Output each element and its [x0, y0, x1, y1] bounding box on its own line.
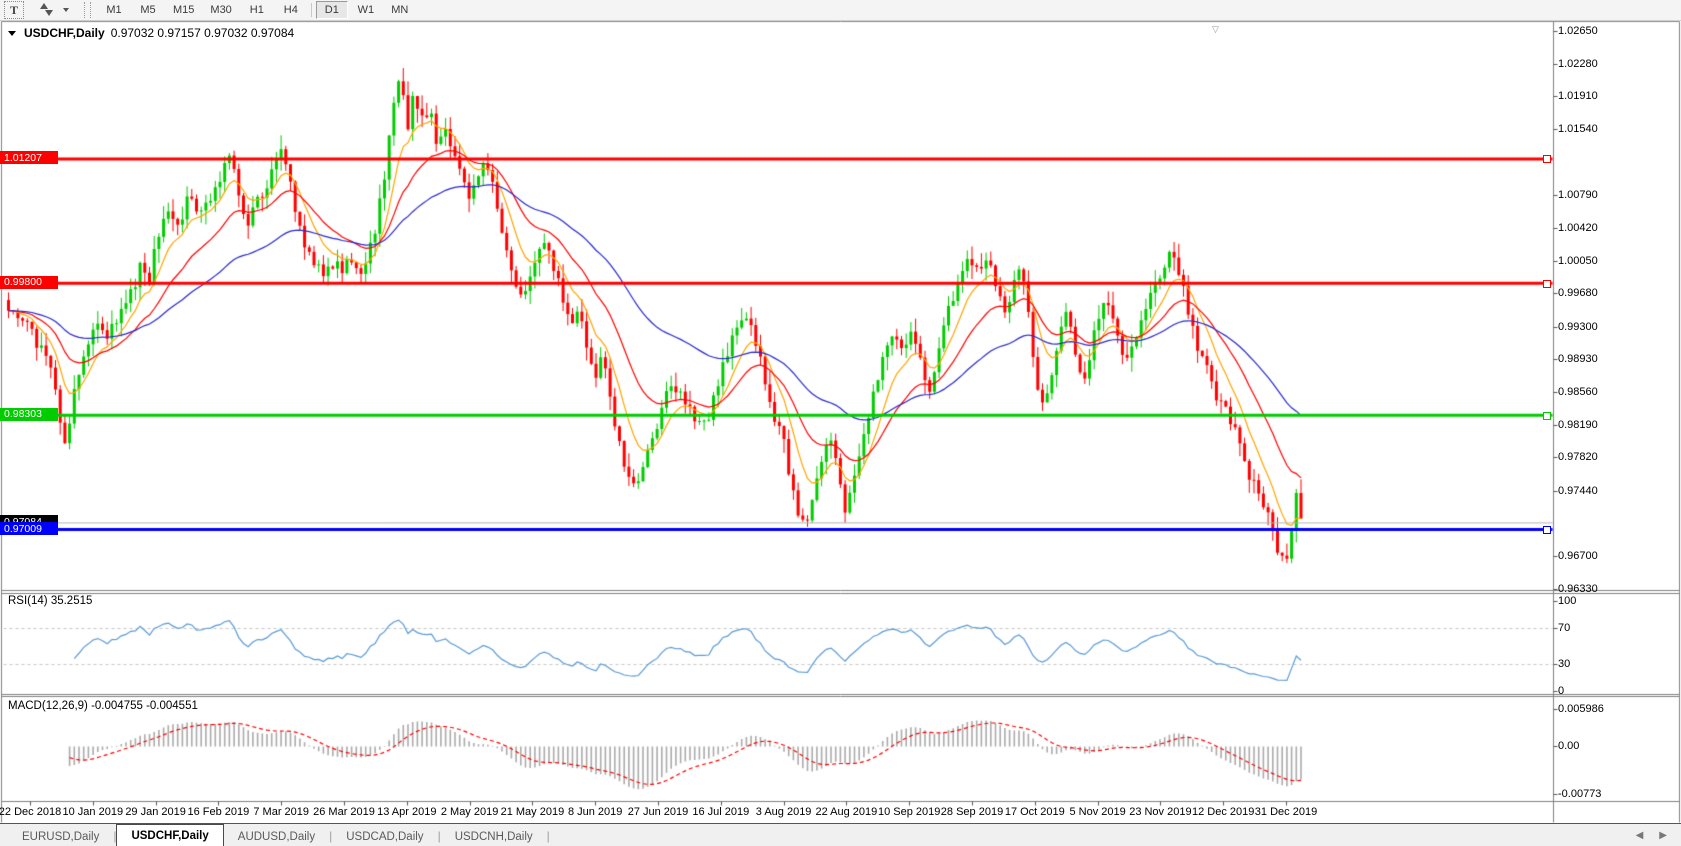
- timeframe-buttons: M1M5M15M30H1H4 D1W1MN: [97, 1, 417, 19]
- level-line-handle[interactable]: [1543, 412, 1551, 420]
- price-tick-label: 0.97440: [1558, 485, 1598, 497]
- tab-audusd[interactable]: AUDUSD,Daily: [224, 827, 329, 846]
- date-tick-label: 7 Mar 2019: [253, 806, 309, 818]
- date-tick-label: 10 Sep 2019: [878, 806, 940, 818]
- rsi-label: RSI(14) 35.2515: [8, 595, 92, 607]
- shift-marker-icon[interactable]: ▽: [1212, 24, 1219, 35]
- tab-separator: |: [547, 829, 550, 843]
- date-tick-label: 16 Feb 2019: [188, 806, 250, 818]
- tab-usdchf[interactable]: USDCHF,Daily: [116, 824, 223, 846]
- price-tick-label: 0.98560: [1558, 386, 1598, 398]
- chart-symbol-label: USDCHF,Daily: [24, 26, 105, 40]
- price-tick-label: 1.00790: [1558, 189, 1598, 201]
- toolbar-grip[interactable]: [84, 2, 91, 18]
- macd-tick-label: 0.00: [1558, 740, 1579, 752]
- level-price-tag: 0.98303: [0, 408, 58, 421]
- price-tick-label: 0.96330: [1558, 583, 1598, 595]
- text-tool-button[interactable]: T: [4, 1, 24, 19]
- price-tick-label: 1.01910: [1558, 90, 1598, 102]
- date-tick-label: 12 Dec 2019: [1192, 806, 1254, 818]
- price-tick-label: 1.01540: [1558, 123, 1598, 135]
- macd-label: MACD(12,26,9) -0.004755 -0.004551: [8, 700, 198, 712]
- date-tick-label: 13 Apr 2019: [377, 806, 436, 818]
- tab-eurusd[interactable]: EURUSD,Daily: [8, 827, 113, 846]
- level-price-tag: 1.01207: [0, 151, 58, 164]
- price-tick-label: 0.98190: [1558, 419, 1598, 431]
- tab-usdcad[interactable]: USDCAD,Daily: [332, 827, 437, 846]
- timeframe-button-h4[interactable]: H4: [275, 1, 307, 19]
- timeframe-button-w1[interactable]: W1: [350, 1, 382, 19]
- chart-canvas[interactable]: [0, 0, 1681, 846]
- level-line-handle[interactable]: [1543, 280, 1551, 288]
- timeframe-button-m5[interactable]: M5: [132, 1, 164, 19]
- tab-scroll-right-icon[interactable]: ▶: [1659, 830, 1667, 841]
- date-tick-label: 16 Jul 2019: [692, 806, 749, 818]
- price-tick-label: 0.97820: [1558, 451, 1598, 463]
- arrows-icon: [39, 3, 54, 17]
- price-tick-label: 0.96700: [1558, 550, 1598, 562]
- date-tick-label: 3 Aug 2019: [756, 806, 812, 818]
- chart-header: USDCHF,Daily 0.97032 0.97157 0.97032 0.9…: [8, 26, 294, 40]
- timeframe-button-m15[interactable]: M15: [166, 1, 201, 19]
- arrange-arrows-button[interactable]: [26, 1, 55, 19]
- timeframe-button-m30[interactable]: M30: [203, 1, 238, 19]
- date-tick-label: 10 Jan 2019: [63, 806, 124, 818]
- date-tick-label: 23 Nov 2019: [1129, 806, 1191, 818]
- level-line-handle[interactable]: [1543, 155, 1551, 163]
- rsi-tick-label: 100: [1558, 595, 1576, 607]
- timeframe-button-m1[interactable]: M1: [98, 1, 130, 19]
- date-tick-label: 2 May 2019: [441, 806, 498, 818]
- text-tool-icon: T: [10, 5, 18, 15]
- macd-tick-label: -0.00773: [1558, 788, 1601, 800]
- tab-usdcnh[interactable]: USDCNH,Daily: [441, 827, 547, 846]
- date-tick-label: 31 Dec 2019: [1255, 806, 1317, 818]
- price-tick-label: 0.99680: [1558, 287, 1598, 299]
- date-tick-label: 5 Nov 2019: [1069, 806, 1125, 818]
- price-tick-label: 1.02280: [1558, 58, 1598, 70]
- date-tick-label: 27 Jun 2019: [628, 806, 689, 818]
- rsi-tick-label: 70: [1558, 622, 1570, 634]
- macd-tick-label: 0.005986: [1558, 703, 1604, 715]
- level-price-tag: 0.99800: [0, 276, 58, 289]
- date-tick-label: 22 Aug 2019: [815, 806, 877, 818]
- chart-ohlc-values: 0.97032 0.97157 0.97032 0.97084: [111, 26, 295, 40]
- date-tick-label: 17 Oct 2019: [1005, 806, 1065, 818]
- timeframe-button-d1[interactable]: D1: [316, 1, 348, 19]
- tab-scroll-left-icon[interactable]: ◀: [1636, 830, 1644, 841]
- date-tick-label: 28 Sep 2019: [941, 806, 1003, 818]
- timeframe-button-h1[interactable]: H1: [241, 1, 273, 19]
- price-tick-label: 1.00050: [1558, 255, 1598, 267]
- price-tick-label: 0.98930: [1558, 353, 1598, 365]
- chevron-down-icon: [63, 8, 69, 12]
- price-tick-label: 1.00420: [1558, 222, 1598, 234]
- symbol-dropdown-icon[interactable]: [8, 31, 16, 36]
- arrows-dropdown-button[interactable]: [57, 1, 77, 19]
- timeframe-button-mn[interactable]: MN: [384, 1, 416, 19]
- date-tick-label: 29 Jan 2019: [125, 806, 186, 818]
- terminal-window: T M1M5M15M30H1H4 D1W1MN USDCHF,Daily 0.97…: [0, 0, 1681, 846]
- level-price-tag: 0.97009: [0, 522, 58, 535]
- level-line-handle[interactable]: [1543, 526, 1551, 534]
- date-tick-label: 8 Jun 2019: [568, 806, 622, 818]
- date-tick-label: 22 Dec 2018: [0, 806, 61, 818]
- chart-tabs: EURUSD,Daily|USDCHF,DailyAUDUSD,Daily|US…: [0, 823, 1681, 846]
- price-tick-label: 1.02650: [1558, 25, 1598, 37]
- date-tick-label: 26 Mar 2019: [313, 806, 375, 818]
- tab-scroll-buttons: ◀ ▶: [1636, 830, 1667, 841]
- price-tick-label: 0.99300: [1558, 321, 1598, 333]
- rsi-tick-label: 30: [1558, 658, 1570, 670]
- toolbar-divider: [311, 3, 312, 17]
- date-tick-label: 21 May 2019: [501, 806, 565, 818]
- rsi-tick-label: 0: [1558, 685, 1564, 697]
- toolbar: T M1M5M15M30H1H4 D1W1MN: [0, 0, 1681, 21]
